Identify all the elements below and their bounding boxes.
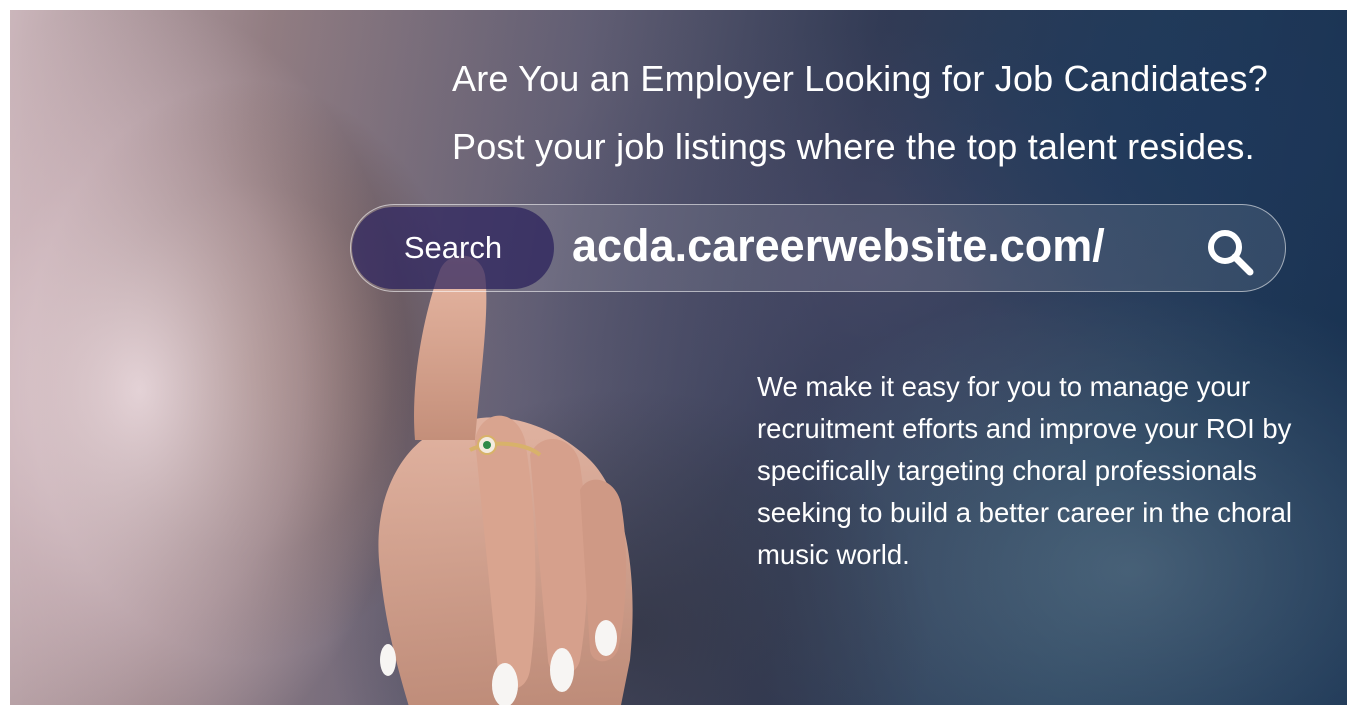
- headline: Are You an Employer Looking for Job Cand…: [452, 58, 1268, 99]
- search-icon[interactable]: [1204, 226, 1256, 278]
- hero-banner: [10, 10, 1347, 705]
- description-text: We make it easy for you to manage your r…: [757, 371, 1293, 570]
- subheadline: Post your job listings where the top tal…: [452, 126, 1255, 167]
- pointing-hand-image: [378, 255, 633, 705]
- search-url-text[interactable]: acda.careerwebsite.com/: [572, 220, 1105, 272]
- search-button[interactable]: Search: [352, 207, 554, 289]
